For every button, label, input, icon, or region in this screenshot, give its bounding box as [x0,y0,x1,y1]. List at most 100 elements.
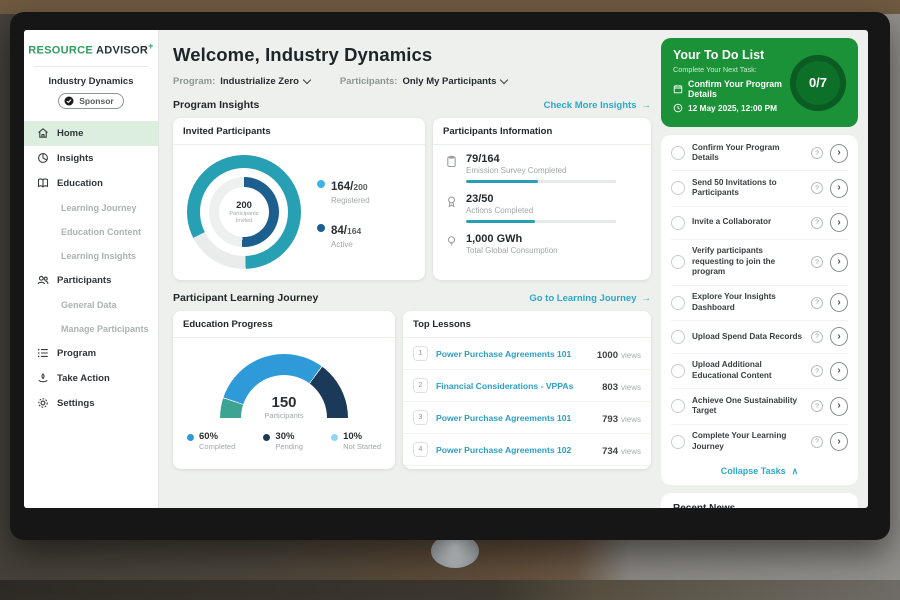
sidebar-item-education-content[interactable]: Education Content [24,220,158,244]
lesson-row-3: 3 Power Purchase Agreements 101 793views [403,402,651,434]
task-checkbox[interactable] [671,255,685,269]
task-checkbox[interactable] [671,364,685,378]
resource-advisor-logo: RESOURCE ADVISOR+ [24,41,158,66]
program-dropdown[interactable]: Program: Industrialize Zero [173,76,310,87]
legend-pending: 30%Pending [263,432,303,451]
education-gauge-chart: 150 Participants [209,354,359,420]
task-chevron-button[interactable]: › [830,253,848,272]
task-checkbox[interactable] [671,435,685,449]
info-icon[interactable]: ? [811,147,823,159]
go-to-learning-journey-link[interactable]: Go to Learning Journey → [529,293,651,304]
learning-journey-title: Participant Learning Journey [173,292,318,304]
actions-completed-row: 23/50 Actions Completed [433,185,651,225]
participants-information-card: Participants Information 79/164 Emission… [433,118,651,280]
sponsor-icon [64,96,74,106]
take-action-icon [37,372,49,384]
participants-dropdown[interactable]: Participants: Only My Participants [340,76,508,87]
task-checkbox[interactable] [671,181,685,195]
task-checkbox[interactable] [671,216,685,230]
gear-icon [37,397,49,409]
sidebar-item-insights[interactable]: Insights [24,146,158,171]
sidebar-item-program[interactable]: Program [24,341,158,366]
program-insights-title: Program Insights [173,99,259,111]
rank-badge: 4 [413,442,428,457]
pending-dot [263,434,270,441]
task-checkbox[interactable] [671,146,685,160]
task-row: Explore Your Insights Dashboard ? › [671,286,848,321]
invited-donut-chart: 200 Participants Invited [187,155,301,269]
task-checkbox[interactable] [671,330,685,344]
main-content: Welcome, Industry Dynamics Program: Indu… [159,30,659,508]
task-chevron-button[interactable]: › [830,432,848,451]
donut-center-value: 200 [236,200,252,211]
task-chevron-button[interactable]: › [830,293,848,312]
calendar-icon [673,84,683,94]
survey-progress-track [466,180,616,183]
task-chevron-button[interactable]: › [830,179,848,198]
todo-panel: Your To Do List Complete Your Next Task:… [659,30,868,508]
info-icon[interactable]: ? [811,217,823,229]
sidebar-item-take-action[interactable]: Take Action [24,366,158,391]
sidebar-item-learning-insights[interactable]: Learning Insights [24,244,158,268]
info-icon[interactable]: ? [811,297,823,309]
info-icon[interactable]: ? [811,365,823,377]
program-icon [37,347,49,359]
task-chevron-button[interactable]: › [830,327,848,346]
program-label: Program: [173,76,215,87]
task-row: Invite a Collaborator ? › [671,207,848,240]
task-chevron-button[interactable]: › [830,144,848,163]
lesson-link[interactable]: Power Purchase Agreements 102 [436,445,594,455]
card-title: Top Lessons [403,311,651,338]
sidebar-nav: Home Insights Education Learning Journey… [24,121,158,416]
check-more-insights-link[interactable]: Check More Insights → [544,100,651,111]
todo-title: Your To Do List [673,48,790,62]
participants-icon [37,274,49,286]
lesson-link[interactable]: Power Purchase Agreements 101 [436,413,594,423]
desk-shadow [0,580,900,600]
donut-center-label: Participants Invited [224,211,264,225]
info-icon[interactable]: ? [811,400,823,412]
task-row: Upload Additional Educational Content ? … [671,354,848,389]
card-title: Education Progress [173,311,395,338]
top-lessons-card: Top Lessons 1 Power Purchase Agreements … [403,311,651,469]
info-icon[interactable]: ? [811,331,823,343]
education-icon [37,177,49,189]
sidebar-item-participants[interactable]: Participants [24,268,158,293]
todo-subtitle: Complete Your Next Task: [673,65,790,74]
sidebar-item-label: Participants [57,275,111,286]
task-checkbox[interactable] [671,296,685,310]
lesson-link[interactable]: Financial Considerations - VPPAs [436,381,594,391]
sidebar-item-general-data[interactable]: General Data [24,293,158,317]
actions-progress-track [466,220,616,223]
sidebar-item-home[interactable]: Home [24,121,158,146]
task-checkbox[interactable] [671,399,685,413]
info-icon[interactable]: ? [811,256,823,268]
task-row: Send 50 Invitations to Participants ? › [671,171,848,206]
registered-dot [317,180,325,188]
chevron-down-icon [500,76,508,84]
sidebar-item-education[interactable]: Education [24,171,158,196]
sidebar-item-manage-participants[interactable]: Manage Participants [24,317,158,341]
task-chevron-button[interactable]: › [830,362,848,381]
task-row: Confirm Your Program Details ? › [671,136,848,171]
lesson-link[interactable]: Power Purchase Agreements 101 [436,349,589,359]
sidebar-item-settings[interactable]: Settings [24,391,158,416]
lightbulb-icon [445,235,458,255]
task-row: Complete Your Learning Journey ? › [671,425,848,459]
insights-icon [37,152,49,164]
logo-advisor: ADVISOR [96,45,148,57]
emission-survey-row: 79/164 Emission Survey Completed [433,145,651,185]
task-list-card: Confirm Your Program Details ? › Send 50… [661,135,858,485]
completed-dot [187,434,194,441]
sidebar-item-learning-journey[interactable]: Learning Journey [24,196,158,220]
arrow-right-icon: → [642,293,652,304]
chevron-up-icon: ∧ [792,466,799,477]
legend-active: 84/164 Active [317,221,370,249]
collapse-tasks-link[interactable]: Collapse Tasks ∧ [671,459,848,483]
gauge-legend: 60%Completed 30%Pending 10%Not Started [173,424,395,451]
task-chevron-button[interactable]: › [830,397,848,416]
info-icon[interactable]: ? [811,436,823,448]
info-icon[interactable]: ? [811,182,823,194]
task-chevron-button[interactable]: › [830,213,848,232]
sponsor-badge[interactable]: Sponsor [58,93,123,109]
